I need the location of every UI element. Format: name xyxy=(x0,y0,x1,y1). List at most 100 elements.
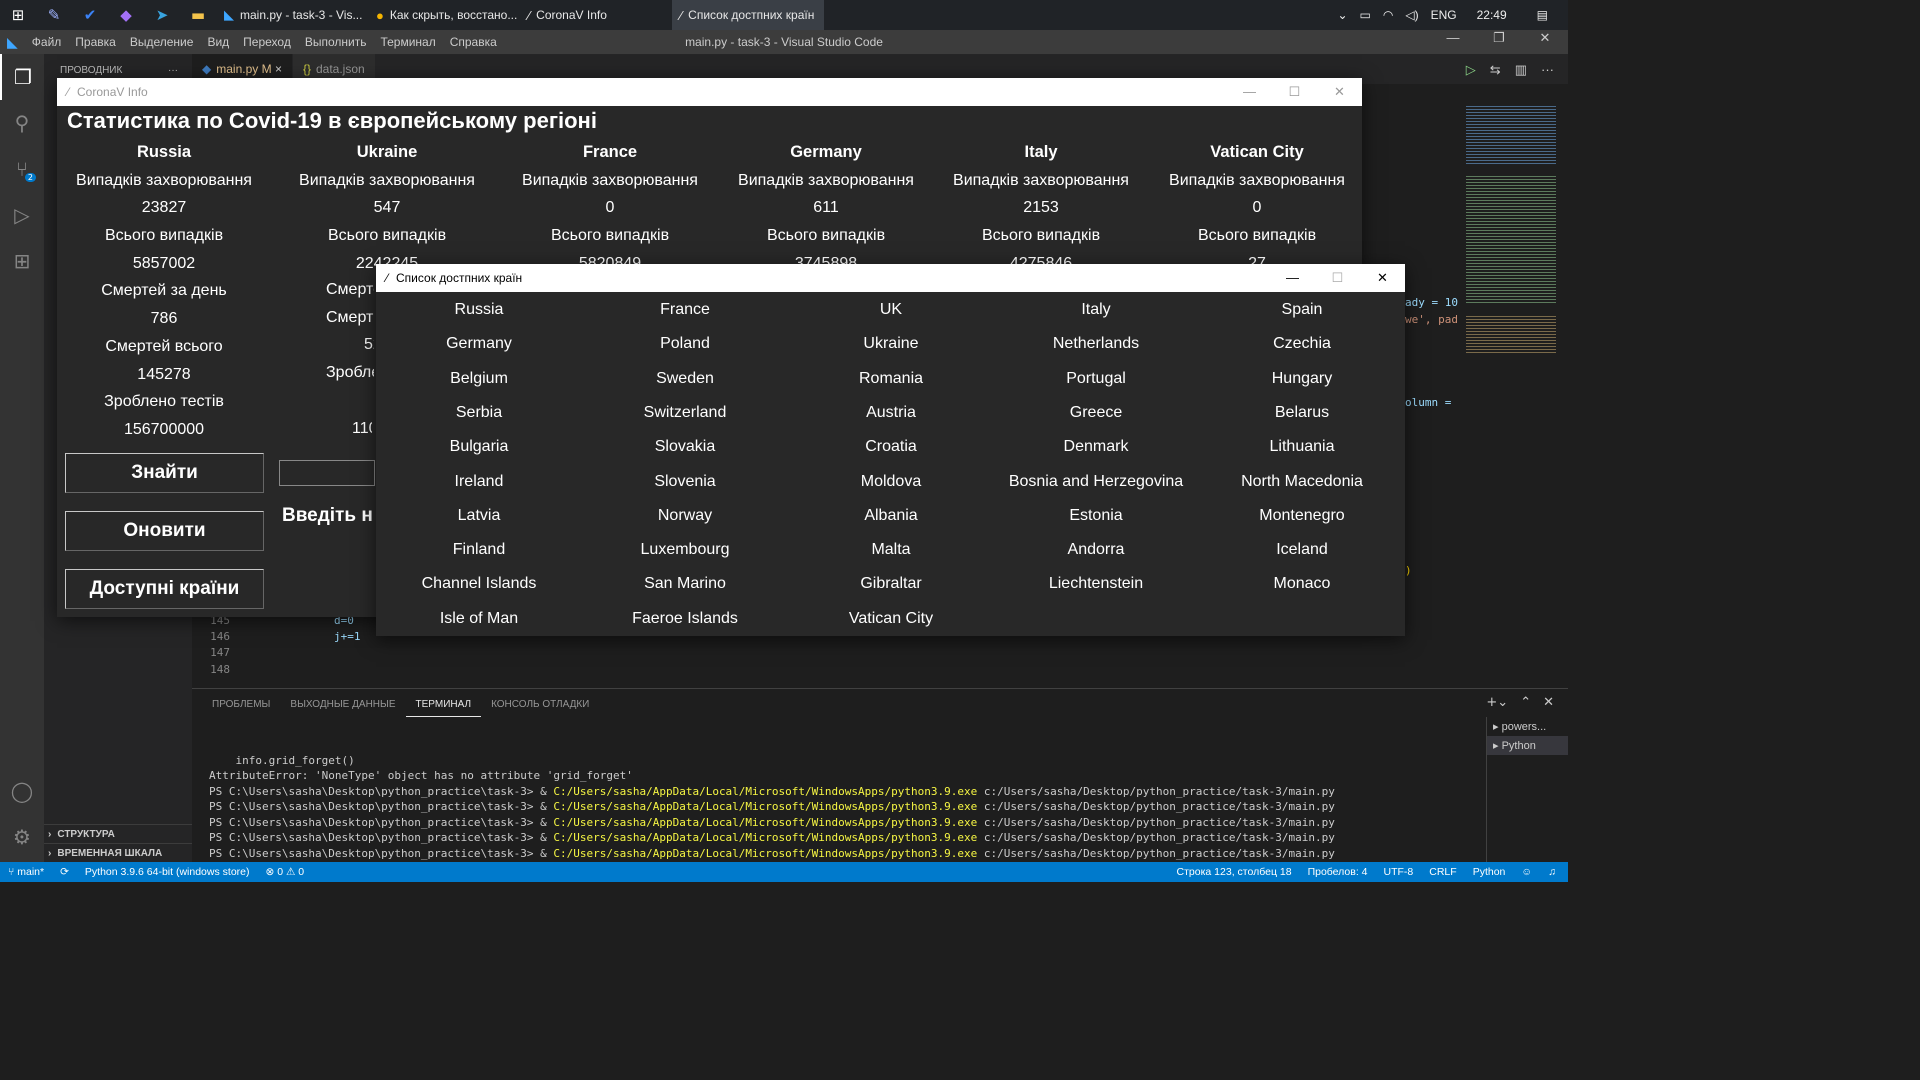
tab-debug-console[interactable]: КОНСОЛЬ ОТЛАДКИ xyxy=(481,699,599,710)
menu-edit[interactable]: Правка xyxy=(68,35,123,49)
country-column-russia: Russia Випадків захворювання 23827 Всьог… xyxy=(76,143,252,438)
maximize-panel-icon[interactable]: ⌃ xyxy=(1520,695,1531,710)
settings-gear-icon[interactable]: ⚙ xyxy=(0,814,44,860)
available-countries-button[interactable]: Доступні країни xyxy=(65,569,264,609)
sync-icon[interactable]: ⟳ xyxy=(52,866,77,878)
taskbar-task-countries[interactable]: ⁄ Список достпних країн xyxy=(672,0,824,30)
terminal-prompt: PS C:\Users\sasha\Desktop\python_practic… xyxy=(209,846,554,860)
cursor-position[interactable]: Строка 123, столбец 18 xyxy=(1169,866,1300,878)
country-list-item: Finland xyxy=(452,541,506,559)
windows-start-icon[interactable]: ⊞ xyxy=(0,0,36,30)
country-list-item: Belgium xyxy=(450,369,508,387)
scm-badge: 2 xyxy=(24,173,36,182)
terminal-item-powershell[interactable]: ▸ powers... xyxy=(1487,717,1568,736)
find-button[interactable]: Знайти xyxy=(65,453,264,493)
terminal-item-python[interactable]: ▸ Python xyxy=(1487,736,1568,755)
feedback-icon[interactable]: ☺ xyxy=(1513,866,1540,878)
problems-status[interactable]: ⊗ 0 ⚠ 0 xyxy=(258,866,313,878)
todo-icon[interactable]: ✔ xyxy=(72,0,108,30)
minimap[interactable] xyxy=(1462,84,1568,688)
menu-go[interactable]: Переход xyxy=(236,35,298,49)
taskbar-task-chrome[interactable]: ● Как скрыть, восстано... xyxy=(368,0,520,30)
account-icon[interactable]: ◯ xyxy=(0,768,44,814)
terminal-line: info.grid_forget() xyxy=(209,753,355,767)
menu-file[interactable]: Файл xyxy=(25,35,69,49)
country-list-item: Montenegro xyxy=(1259,506,1345,524)
source-control-icon[interactable]: ⑂ 2 xyxy=(0,146,44,192)
close-panel-icon[interactable]: ✕ xyxy=(1543,695,1554,710)
python-interpreter[interactable]: Python 3.9.6 64-bit (windows store) xyxy=(77,866,258,878)
pinned-app-icon[interactable]: ✎ xyxy=(36,0,72,30)
timeline-section[interactable]: › ВРЕМЕННАЯ ШКАЛА xyxy=(44,843,192,862)
run-icon[interactable]: ▷ xyxy=(1466,62,1476,78)
branch-status[interactable]: ⑂ main* xyxy=(0,866,52,878)
chevron-up-icon[interactable]: ⌄ xyxy=(1337,8,1347,22)
country-list-item: Ireland xyxy=(454,472,504,490)
tab-output[interactable]: ВЫХОДНЫЕ ДАННЫЕ xyxy=(280,699,405,710)
close-icon[interactable]: ✕ xyxy=(1360,264,1405,292)
country-list-item: Russia xyxy=(454,301,504,318)
extensions-icon[interactable]: ⊞ xyxy=(0,238,44,284)
telegram-icon[interactable]: ➤ xyxy=(144,0,180,30)
maximize-icon[interactable]: ☐ xyxy=(1315,264,1360,292)
ukraine-partial-column: Смерте Смерт 52 Зробле xyxy=(326,281,374,382)
country-list-item: Portugal xyxy=(1066,369,1126,387)
taskbar-task-vscode[interactable]: ◣ main.py - task-3 - Vis... xyxy=(216,0,368,30)
tab-close-icon[interactable]: × xyxy=(275,62,282,76)
minimize-icon[interactable]: — xyxy=(1270,264,1315,292)
indentation[interactable]: Пробелов: 4 xyxy=(1300,866,1376,878)
split-editor-icon[interactable]: ▥ xyxy=(1515,62,1527,78)
add-terminal-icon[interactable]: +⌄ xyxy=(1486,695,1508,710)
notification-icon[interactable]: ▤ xyxy=(1537,8,1548,22)
terminal-arg: c:/Users/sasha/Desktop/python_practice/t… xyxy=(977,815,1335,829)
maximize-icon[interactable]: ☐ xyxy=(1272,78,1317,106)
minimize-icon[interactable]: — xyxy=(1430,30,1476,46)
battery-icon[interactable]: ▭ xyxy=(1360,8,1371,22)
code-fragment: ady = 10 xyxy=(1405,296,1458,309)
folder-icon[interactable]: ▬ xyxy=(180,0,216,30)
stats-heading: Статистика по Covid-19 в європейському р… xyxy=(67,108,597,133)
menu-selection[interactable]: Выделение xyxy=(123,35,201,49)
terminal-prompt: PS C:\Users\sasha\Desktop\python_practic… xyxy=(209,784,554,798)
menu-terminal[interactable]: Терминал xyxy=(373,35,442,49)
menu-help[interactable]: Справка xyxy=(443,35,504,49)
language-mode[interactable]: Python xyxy=(1465,866,1514,878)
menu-run[interactable]: Выполнить xyxy=(298,35,374,49)
minimize-icon[interactable]: — xyxy=(1227,78,1272,106)
country-list-item: Serbia xyxy=(455,403,503,421)
language-indicator[interactable]: ENG xyxy=(1431,8,1457,22)
feather-icon: ⁄ xyxy=(680,7,683,23)
close-icon[interactable]: ✕ xyxy=(1317,78,1362,106)
menu-view[interactable]: Вид xyxy=(200,35,236,49)
eol[interactable]: CRLF xyxy=(1421,866,1464,878)
terminal-output[interactable]: info.grid_forget() AttributeError: 'NoneT… xyxy=(209,737,1335,877)
volume-icon[interactable]: ◁) xyxy=(1405,8,1418,22)
more-actions-icon[interactable]: ··· xyxy=(168,65,178,76)
restore-icon[interactable]: ❐ xyxy=(1476,30,1522,46)
outline-section[interactable]: › СТРУКТУРА xyxy=(44,824,192,843)
countries-list-window: ⁄ Список достпних країн — ☐ ✕ Russia France… xyxy=(376,264,1405,636)
encoding[interactable]: UTF-8 xyxy=(1376,866,1422,878)
taskbar-task-corona[interactable]: ⁄ CoronaV Info xyxy=(520,0,672,30)
run-debug-icon[interactable]: ▷ xyxy=(0,192,44,238)
bell-icon[interactable]: ♫ xyxy=(1540,866,1564,878)
clock[interactable]: 22:49 xyxy=(1477,8,1507,22)
visual-studio-icon[interactable]: ◆ xyxy=(108,0,144,30)
terminal-command-line: PS C:\Users\sasha\Desktop\python_practic… xyxy=(209,799,1335,815)
compare-icon[interactable]: ⇆ xyxy=(1490,62,1501,78)
search-icon[interactable]: ⚲ xyxy=(0,100,44,146)
terminal-arg: c:/Users/sasha/Desktop/python_practice/t… xyxy=(977,784,1335,798)
tab-problems[interactable]: ПРОБЛЕМЫ xyxy=(192,699,280,710)
explorer-icon[interactable]: ❐ xyxy=(0,54,44,100)
country-search-input[interactable] xyxy=(279,460,375,486)
wifi-icon[interactable]: ◠ xyxy=(1383,8,1393,22)
country-list-item: Lithuania xyxy=(1269,438,1335,456)
close-icon[interactable]: ✕ xyxy=(1522,30,1568,46)
terminal-exe: C:/Users/sasha/AppData/Local/Microsoft/W… xyxy=(553,846,978,860)
vscode-menubar: ◣ Файл Правка Выделение Вид Переход Выпо… xyxy=(0,30,1568,54)
country-list-item: Vatican City xyxy=(848,609,934,627)
terminal-line: AttributeError: 'NoneType' object has no… xyxy=(209,769,633,782)
more-icon[interactable]: ··· xyxy=(1541,62,1554,78)
refresh-button[interactable]: Оновити xyxy=(65,511,264,551)
tab-terminal[interactable]: ТЕРМИНАЛ xyxy=(405,692,482,717)
